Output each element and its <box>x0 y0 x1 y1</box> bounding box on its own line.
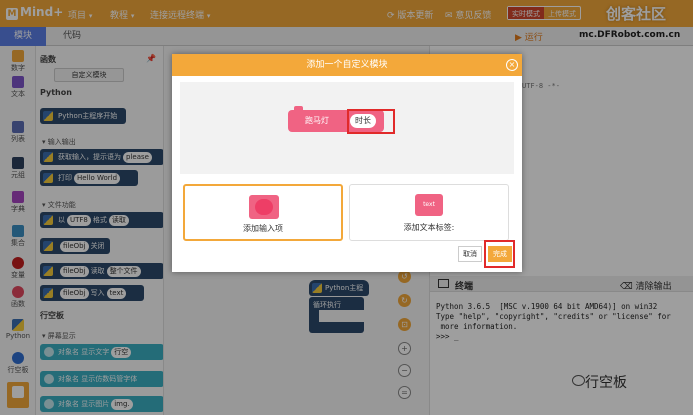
input-slot-icon <box>249 195 279 219</box>
function-name[interactable]: 跑马灯 <box>305 116 329 125</box>
cancel-button[interactable]: 取消 <box>458 246 482 262</box>
dialog-title: 添加一个自定义模块 <box>306 60 388 70</box>
done-highlight <box>484 240 515 268</box>
param-highlight <box>347 109 395 134</box>
block-preview: 跑马灯 时长 <box>180 82 514 174</box>
block-notch <box>294 106 303 111</box>
dialog-header: 添加一个自定义模块 × <box>172 54 522 76</box>
custom-module-dialog: 添加一个自定义模块 × 跑马灯 时长 添加输入项 text 添加文本标签: 取消 完成 <box>172 54 522 272</box>
text-label-icon: text <box>415 194 443 216</box>
add-text-label-option[interactable]: text 添加文本标签: <box>349 184 509 241</box>
add-input-option[interactable]: 添加输入项 <box>183 184 343 241</box>
function-block-preview[interactable]: 跑马灯 时长 <box>288 106 395 134</box>
close-icon[interactable]: × <box>506 59 518 71</box>
